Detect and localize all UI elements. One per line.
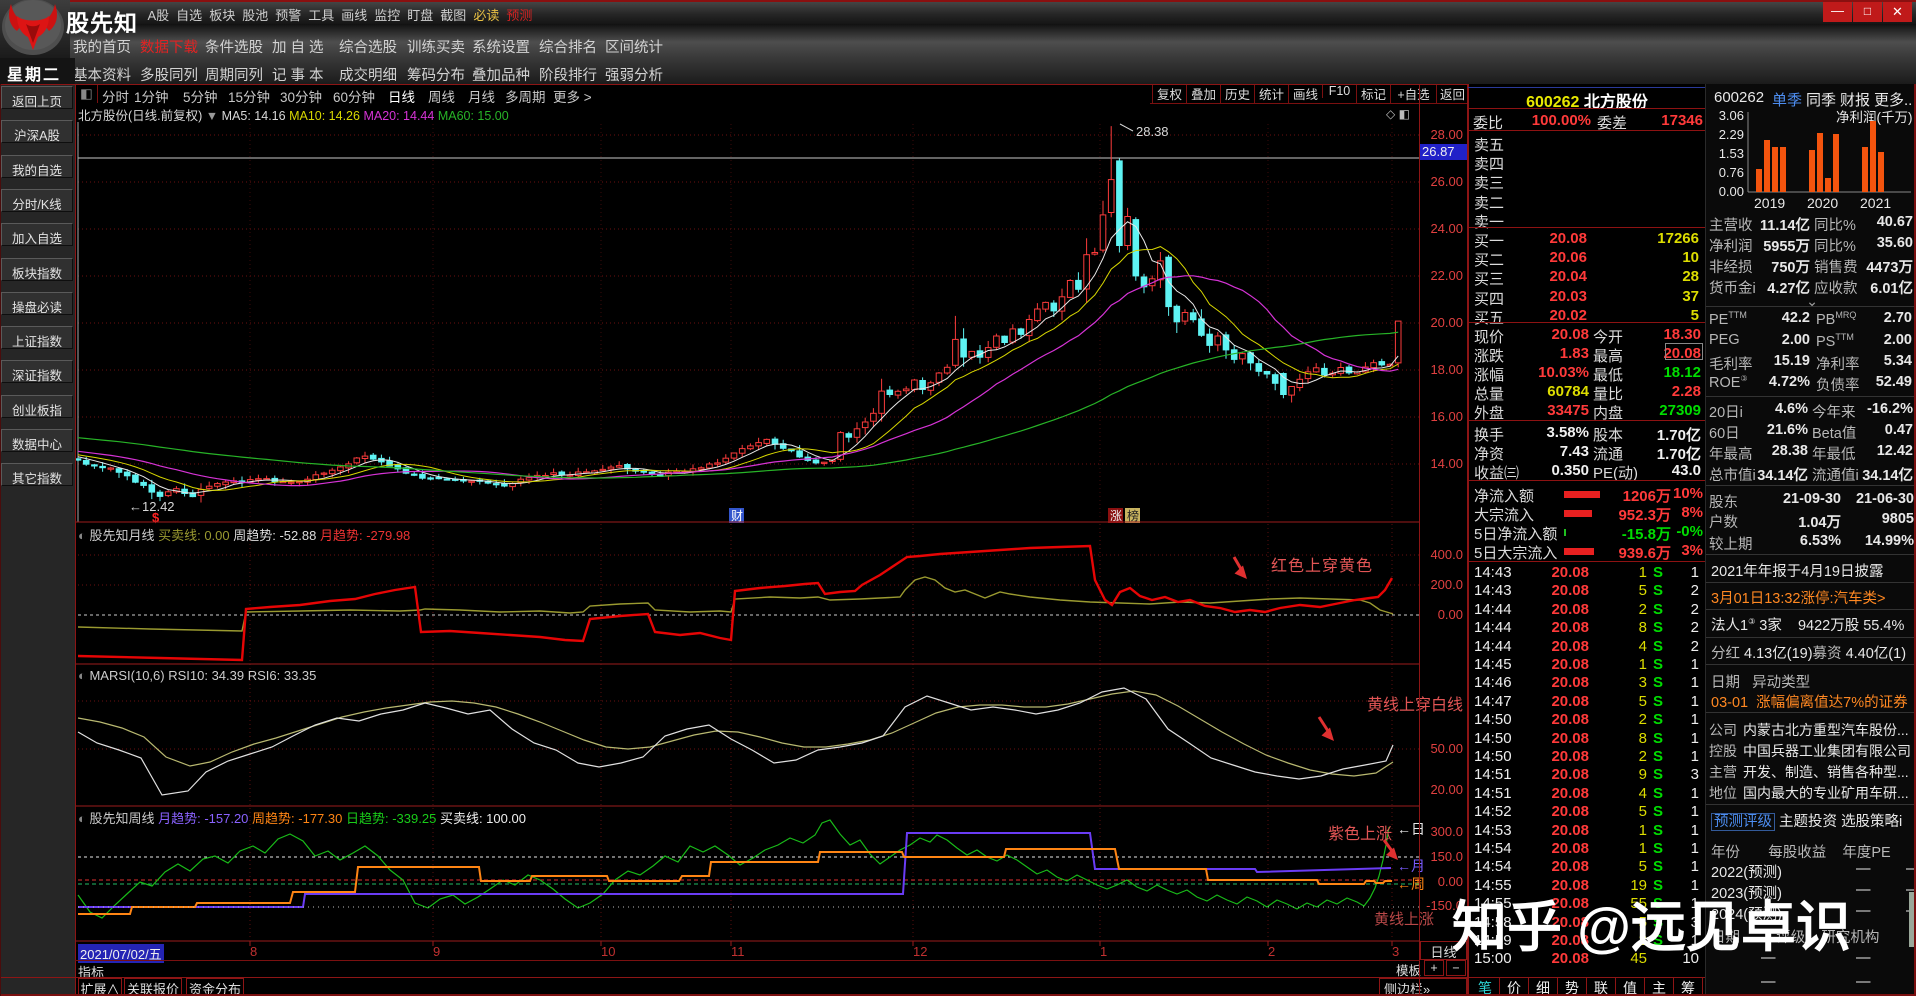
svg-text:2021: 2021 xyxy=(1860,195,1891,211)
svg-text:1.53: 1.53 xyxy=(1719,146,1744,161)
svg-text:$: $ xyxy=(152,510,160,525)
svg-text:0.00: 0.00 xyxy=(1719,184,1744,199)
svg-text:0.76: 0.76 xyxy=(1719,165,1744,180)
svg-text:榜: 榜 xyxy=(1127,508,1139,523)
svg-text:涨: 涨 xyxy=(1110,508,1122,523)
svg-text:3.06: 3.06 xyxy=(1719,108,1744,123)
svg-text:紫色上涨: 紫色上涨 xyxy=(1328,825,1392,843)
svg-text:红色上穿黄色: 红色上穿黄色 xyxy=(1271,557,1373,575)
svg-text:28.38: 28.38 xyxy=(1136,124,1169,139)
svg-text:财: 财 xyxy=(731,509,743,523)
svg-text:2019: 2019 xyxy=(1754,195,1785,211)
svg-text:2020: 2020 xyxy=(1807,195,1838,211)
svg-text:2.29: 2.29 xyxy=(1719,127,1744,142)
